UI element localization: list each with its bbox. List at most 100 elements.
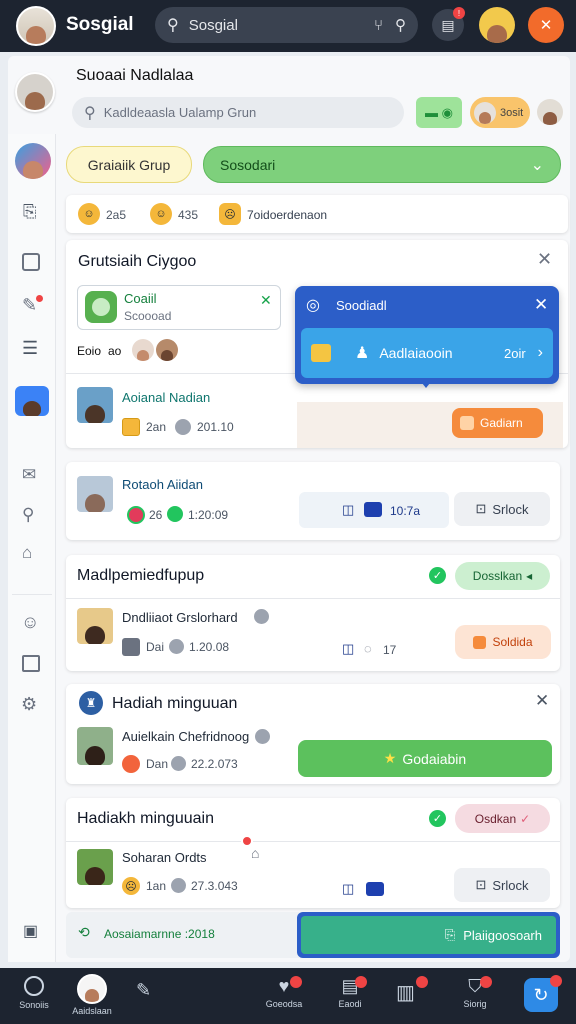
members-text: Eoio bbox=[77, 344, 102, 358]
card2-tag-icon bbox=[364, 502, 382, 517]
top-search-bar[interactable]: ⚲ Sosgial ⑂ ⚲ bbox=[155, 7, 418, 43]
profile-search[interactable]: ⚲ Kadldeaasla Ualamp Grun bbox=[72, 97, 404, 128]
card4-avatar[interactable] bbox=[77, 727, 113, 765]
group-dropdown[interactable]: Sosodari ⌄ bbox=[203, 146, 561, 183]
mail-icon[interactable]: ✉ bbox=[22, 465, 36, 485]
row-avatar[interactable] bbox=[77, 387, 113, 423]
card5-doc-icon: ◫ bbox=[342, 881, 355, 896]
card4-clock-icon bbox=[171, 756, 186, 771]
card5-tag-icon bbox=[366, 882, 384, 896]
quill-icon: ✎ bbox=[136, 980, 152, 1000]
group-filter-pill[interactable]: Graiaiik Grup bbox=[66, 146, 192, 183]
notice-icon bbox=[85, 291, 117, 323]
card5-check-icon: ✓ bbox=[429, 810, 446, 827]
rail-avatar[interactable] bbox=[15, 143, 51, 179]
card5-action-button[interactable]: ⊡ Srlock bbox=[454, 868, 550, 902]
footer-action-button[interactable]: ⎘ Plaiigoosoarh bbox=[297, 912, 560, 958]
member-avatar-1[interactable] bbox=[132, 339, 154, 361]
card5-name: Soharan Ordts bbox=[122, 850, 207, 865]
pen-icon[interactable]: ✎ bbox=[22, 295, 37, 316]
grid-icon: ▥ bbox=[396, 982, 415, 1004]
zoom-icon[interactable]: ⚲ bbox=[22, 505, 34, 525]
popup-pointer bbox=[418, 378, 434, 388]
lock-icon: ⊡ bbox=[475, 877, 487, 892]
popup-close-icon[interactable]: ✕ bbox=[534, 295, 548, 315]
lock-icon: ⊡ bbox=[475, 501, 487, 516]
profile-menu-button[interactable]: ✕ bbox=[528, 7, 564, 43]
row-action-button[interactable]: Gadiarn bbox=[452, 408, 543, 438]
user-avatar[interactable] bbox=[16, 6, 56, 46]
member-avatar-2[interactable] bbox=[156, 339, 178, 361]
calendar-icon[interactable]: ▣ bbox=[23, 921, 38, 941]
card2-avatar[interactable] bbox=[77, 476, 113, 512]
card2-flag-icon bbox=[127, 506, 145, 524]
smile-icon[interactable]: ☺ bbox=[21, 612, 39, 633]
calendar-badge bbox=[416, 976, 428, 988]
refresh-icon: ↻ bbox=[533, 984, 549, 1005]
score-chip[interactable]: 3osit bbox=[470, 97, 530, 128]
square-icon[interactable] bbox=[22, 253, 40, 271]
settings-icon[interactable]: ⚙ bbox=[21, 694, 37, 715]
likes-badge bbox=[290, 976, 302, 988]
edit-icon[interactable] bbox=[254, 609, 269, 624]
card3-time: 1.20.08 bbox=[189, 640, 230, 654]
nav-pen[interactable]: ✎ bbox=[136, 980, 151, 1001]
card4-edit-icon[interactable] bbox=[255, 729, 270, 744]
folder-icon[interactable]: ⌂ bbox=[22, 543, 32, 563]
file-icon[interactable]: ⎘ bbox=[23, 202, 37, 222]
card2-name: Rotaoh Aiidan bbox=[122, 477, 203, 492]
filter-icon[interactable]: ⑂ bbox=[374, 17, 383, 34]
gamepad-button[interactable]: ▬ ◉ bbox=[416, 97, 462, 128]
reaction-count-1: 2a5 bbox=[106, 208, 127, 222]
card3-status-pill[interactable]: Dosslkan ◂ bbox=[455, 562, 550, 590]
rail-active-avatar[interactable] bbox=[15, 386, 49, 416]
chevron-down-icon: ⌄ bbox=[530, 156, 544, 174]
popup-action[interactable]: ♟ Aadlaiaooin 2oir › bbox=[301, 328, 553, 378]
box-icon[interactable] bbox=[22, 655, 40, 672]
score-label: 3osit bbox=[500, 106, 524, 119]
grin-emoji-icon[interactable]: ☺ bbox=[150, 203, 172, 225]
score-avatar bbox=[474, 101, 496, 124]
card5-avatar[interactable] bbox=[77, 849, 113, 885]
popup-icon: ◎ bbox=[306, 297, 320, 314]
notif-dot bbox=[36, 295, 43, 302]
gamepad-icon: ▬ ◉ bbox=[425, 104, 453, 120]
profile-search-input[interactable]: Kadldeaasla Ualamp Grun bbox=[104, 105, 256, 120]
compass-icon bbox=[24, 976, 44, 996]
rail-divider bbox=[12, 594, 52, 595]
card4-close-icon[interactable]: ✕ bbox=[535, 691, 549, 711]
card2-time: 1:20:09 bbox=[188, 508, 229, 522]
top-search-input[interactable]: Sosgial bbox=[189, 17, 374, 34]
nav-home[interactable]: Sonoiis bbox=[14, 976, 54, 1010]
inbox-badge: ! bbox=[453, 7, 465, 19]
search-submit-icon[interactable]: ⚲ bbox=[395, 16, 406, 34]
card3-count: Dai bbox=[146, 640, 165, 654]
close-icon[interactable]: ✕ bbox=[537, 249, 552, 270]
group-card-title: Grutsiaih Ciygoo bbox=[78, 253, 197, 270]
list-icon[interactable]: ☰ bbox=[22, 338, 38, 359]
profile-name: Suoaai Nadlalaa bbox=[76, 67, 194, 84]
profile-avatar[interactable] bbox=[15, 72, 55, 112]
card2-action-button[interactable]: ⊡ Srlock bbox=[454, 492, 550, 526]
card5-title: Hadiakh minguuain bbox=[77, 810, 214, 827]
notice-sub: Scoooad bbox=[124, 309, 172, 323]
card5-status-pill[interactable]: Osdkan ✓ bbox=[455, 804, 550, 833]
neutral-emoji-icon[interactable]: ☹ bbox=[219, 203, 241, 225]
card3-action-button[interactable]: Soldida bbox=[455, 625, 551, 659]
nav-profile[interactable]: Aaidslaan bbox=[70, 974, 114, 1016]
chevron-right-icon: › bbox=[537, 344, 543, 361]
card4-action-button[interactable]: ★ Godaiabin bbox=[298, 740, 552, 777]
card5-divider bbox=[66, 841, 560, 842]
card3-avatar[interactable] bbox=[77, 608, 113, 644]
folder-yellow-icon bbox=[311, 344, 331, 362]
friend-avatar[interactable] bbox=[479, 7, 515, 43]
row-name: Aoianal Nadian bbox=[122, 390, 211, 405]
card2-clock-icon bbox=[167, 506, 183, 522]
mini-avatar[interactable] bbox=[537, 99, 563, 125]
card3-msg-icon: ◌ bbox=[364, 641, 372, 656]
bag-icon bbox=[473, 635, 487, 649]
smile-emoji-icon[interactable]: ☺ bbox=[78, 203, 100, 225]
notice-title: Coaiil bbox=[124, 291, 157, 306]
nav-calendar[interactable]: ▥ bbox=[396, 980, 415, 1005]
notice-close-icon[interactable]: ✕ bbox=[260, 292, 272, 309]
